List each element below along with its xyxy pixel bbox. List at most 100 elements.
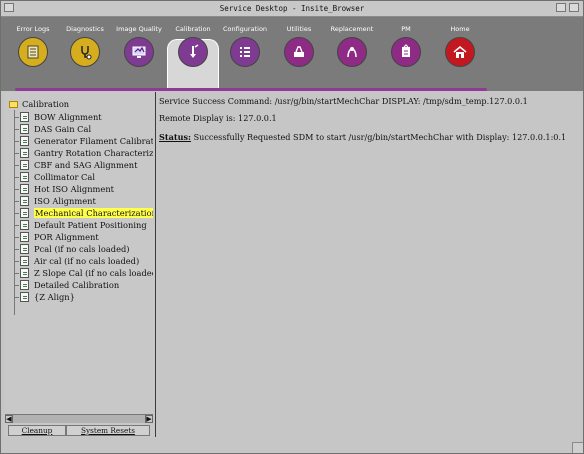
document-icon [20,148,29,158]
tree-item[interactable]: Default Patient Positioning [15,219,147,231]
tree-branch-line [15,260,19,262]
pm-icon[interactable] [391,37,421,67]
tree-branch-line [15,272,19,274]
tool-label: Error Logs [16,25,50,33]
toolbar-accent-line [15,88,487,91]
tree-branch-line [15,212,19,214]
tree-item-label: Gantry Rotation Characterizatic [34,148,153,158]
tree-branch-line [15,200,19,202]
document-icon [20,220,29,230]
tree-root-label: Calibration [22,99,70,109]
system-resets-button[interactable]: System Resets [66,425,150,436]
stethoscope-icon[interactable] [70,37,100,67]
replacement-icon[interactable] [337,37,367,67]
log-icon[interactable] [18,37,48,67]
tree-branch-line [15,224,19,226]
tool-configuration[interactable]: Configuration [219,25,271,67]
tool-label: Calibration [175,25,211,33]
utilities-icon[interactable] [284,37,314,67]
cleanup-label: Cleanup [21,426,53,435]
tree-item-label: Collimator Cal [34,172,95,182]
tree-item[interactable]: ISO Alignment [15,195,96,207]
tree-root[interactable]: Calibration [9,98,69,110]
tool-error-logs[interactable]: Error Logs [7,25,59,67]
tree-branch-line [15,248,19,250]
scroll-right-arrow[interactable]: ▶ [145,415,153,423]
status-text: Successfully Requested SDM to start /usr… [191,132,567,142]
tree-item-label: Generator Filament Calibration [34,136,153,146]
tree-branch-line [15,164,19,166]
tree-item-label: Hot ISO Alignment [34,184,115,194]
tree-item[interactable]: Gantry Rotation Characterizatic [15,147,153,159]
tree-item[interactable]: Collimator Cal [15,171,95,183]
tool-image-quality[interactable]: Image Quality [113,25,165,67]
tree-branch-line [15,284,19,286]
tree-item[interactable]: CBF and SAG Alignment [15,159,137,171]
status-line: Status: Successfully Requested SDM to st… [159,132,566,142]
minimize-button[interactable] [556,3,566,12]
tool-replacement[interactable]: Replacement [326,25,378,67]
tree-item-label: BOW Alignment [34,112,102,122]
tree-item[interactable]: POR Alignment [15,231,99,243]
list-icon[interactable] [230,37,260,67]
main-toolbar: Error Logs Diagnostics Image Quality Cal… [1,17,583,91]
document-icon [20,208,29,218]
folder-icon [9,100,18,108]
monitor-icon[interactable] [124,37,154,67]
tree-item-label: Air cal (if no cals loaded) [34,256,140,266]
document-icon [20,256,29,266]
document-icon [20,124,29,134]
tool-utilities[interactable]: Utilities [273,25,325,67]
document-icon [20,268,29,278]
tool-calibration[interactable]: Calibration [167,25,219,67]
tool-label: Home [450,25,470,33]
output-panel: Service Success Command: /usr/g/bin/star… [157,92,583,453]
window-title: Service Desktop - Insite_Browser [219,4,365,13]
calibration-tree: Calibration BOW Alignment DAS Gain Cal G… [5,94,153,413]
tree-item[interactable]: Generator Filament Calibration [15,135,153,147]
tree-branch-line [15,296,19,298]
scroll-left-arrow[interactable]: ◀ [5,415,13,423]
window-menu-button[interactable] [4,3,14,12]
document-icon [20,244,29,254]
tree-item-label: POR Alignment [34,232,99,242]
tool-home[interactable]: Home [434,25,486,67]
home-icon[interactable] [445,37,475,67]
tree-item[interactable]: {Z Align} [15,291,75,303]
document-icon [20,232,29,242]
tree-item-label: {Z Align} [34,292,75,302]
tool-label: Image Quality [116,25,162,33]
tree-item[interactable]: BOW Alignment [15,111,102,123]
tree-item[interactable]: DAS Gain Cal [15,123,91,135]
tree-item[interactable]: Hot ISO Alignment [15,183,114,195]
system-resets-label: System Resets [81,426,135,435]
resize-grip[interactable] [572,442,583,453]
document-icon [20,160,29,170]
tool-label: Configuration [222,25,268,33]
document-icon [20,184,29,194]
tool-diagnostics[interactable]: Diagnostics [59,25,111,67]
document-icon [20,280,29,290]
tree-branch-line [15,152,19,154]
tree-item-label: Mechanical Characterization [34,208,153,218]
calibration-sidebar: Calibration BOW Alignment DAS Gain Cal G… [5,92,156,437]
main-area: Calibration BOW Alignment DAS Gain Cal G… [1,92,583,453]
horizontal-scrollbar[interactable]: ◀ ▶ [5,414,153,423]
document-icon [20,136,29,146]
tree-branch-line [15,236,19,238]
tool-label: Diagnostics [66,25,104,33]
tree-item-selected[interactable]: Mechanical Characterization [15,207,153,219]
tree-item[interactable]: Pcal (if no cals loaded) [15,243,130,255]
tool-pm[interactable]: PM [380,25,432,67]
tree-item[interactable]: Air cal (if no cals loaded) [15,255,139,267]
tree-item[interactable]: Z Slope Cal (if no cals loaded) [15,267,153,279]
calibration-icon[interactable] [178,37,208,67]
tree-item-label: ISO Alignment [34,196,96,206]
tool-label: Utilities [286,25,312,33]
tree-item-label: Default Patient Positioning [34,220,147,230]
maximize-button[interactable] [569,3,579,12]
document-icon [20,196,29,206]
cleanup-button[interactable]: Cleanup [8,425,66,436]
tree-item[interactable]: Detailed Calibration [15,279,119,291]
title-bar: Service Desktop - Insite_Browser [1,1,583,17]
